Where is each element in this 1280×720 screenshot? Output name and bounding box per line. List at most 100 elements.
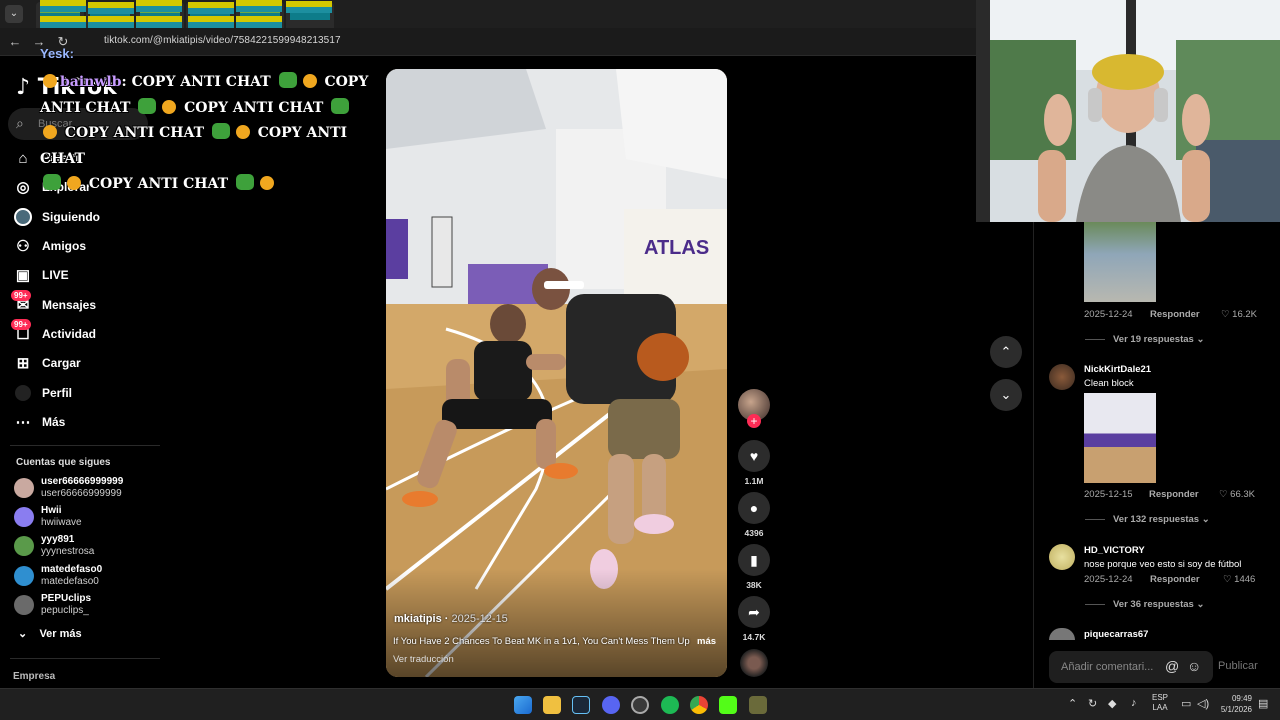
see-more-button[interactable]: ⌄ Ver más — [18, 627, 82, 640]
chat-text: COPY ANTI CHAT — [184, 99, 324, 116]
sidebar-item-perfil[interactable]: Perfil — [14, 381, 72, 405]
following-account[interactable]: yyy891 yyynestrosa — [14, 534, 154, 560]
spotify-icon[interactable] — [661, 696, 679, 714]
sidebar-item-siguiendo[interactable]: Siguiendo — [14, 205, 100, 229]
avatar[interactable] — [1049, 364, 1075, 390]
chevron-down-icon: ⌄ — [18, 628, 28, 640]
video-player[interactable]: ATLAS mkiatipis · 2025-12-15 If You Have… — [386, 69, 727, 677]
company-link[interactable]: Empresa — [13, 671, 55, 682]
tab-search-button[interactable]: ⌄ — [5, 5, 23, 23]
sidebar-item-label: Actividad — [42, 327, 97, 341]
back-icon[interactable]: ← — [6, 33, 24, 51]
translate-button[interactable]: Ver traducción — [393, 654, 454, 665]
like-button[interactable]: ♥ — [738, 440, 770, 472]
sidebar-item-mas[interactable]: ⋯ Más — [14, 410, 66, 434]
comment-like-button[interactable]: ♡ 66.3K — [1219, 489, 1255, 500]
chevron-down-icon: ⌄ — [1196, 599, 1205, 610]
comments-panel — [1033, 222, 1280, 688]
clock-date: 5/1/2026 — [1220, 705, 1252, 714]
sidebar-item-actividad[interactable]: ☐ 99+ Actividad — [11, 319, 97, 346]
language-indicator[interactable]: ESP LAA — [1152, 693, 1168, 713]
steam-icon[interactable] — [572, 696, 590, 714]
video-caption: If You Have 2 Chances To Beat MK in a 1v… — [393, 636, 690, 647]
comment-like-button[interactable]: ♡ 16.2K — [1221, 309, 1257, 320]
start-icon[interactable] — [514, 696, 532, 714]
view-replies-button[interactable]: Ver 36 respuestas ⌄ — [1085, 599, 1204, 610]
sidebar-item-amigos[interactable]: ⚇ Amigos — [14, 234, 86, 258]
caption-more-button[interactable]: más — [697, 636, 716, 647]
following-account[interactable]: Hwii hwiiwave — [14, 505, 154, 531]
obs-icon[interactable] — [631, 696, 649, 714]
reply-button[interactable]: Responder — [1149, 489, 1199, 500]
view-replies-button[interactable]: Ver 19 respuestas ⌄ — [1085, 334, 1204, 345]
following-account[interactable]: user66666999999 user66666999999 — [14, 476, 154, 502]
music-disc-icon[interactable] — [740, 649, 768, 677]
account-handle: hwiiwave — [41, 517, 82, 528]
account-name: matedefaso0 — [41, 564, 103, 575]
comment-like-count: 66.3K — [1230, 489, 1255, 500]
comment-input[interactable] — [1049, 651, 1159, 683]
reply-button[interactable]: Responder — [1150, 574, 1200, 585]
avatar[interactable] — [1049, 544, 1075, 570]
compass-icon: ◎ — [16, 179, 30, 196]
microphone-icon[interactable]: ♪ — [1131, 697, 1137, 709]
tray-chevron-icon[interactable]: ⌃ — [1068, 697, 1077, 710]
chevron-down-icon: ⌄ — [1201, 514, 1210, 525]
comment-author[interactable]: NickKirtDale21 — [1084, 364, 1151, 375]
comment-author[interactable]: piquecarras67 — [1084, 629, 1148, 640]
video-author[interactable]: mkiatipis — [394, 613, 442, 625]
chat-text: : COPY ANTI CHAT — [121, 74, 271, 90]
discord-icon[interactable] — [602, 696, 620, 714]
chevron-down-icon: ⌄ — [1000, 387, 1012, 402]
upload-icon: ⊞ — [16, 355, 30, 372]
chat-text: COPY — [324, 74, 369, 90]
comment-button[interactable]: ● — [738, 492, 770, 524]
flex-emoji-icon — [259, 176, 274, 190]
reply-button[interactable]: Responder — [1150, 309, 1200, 320]
video-date: 2025-12-15 — [451, 613, 508, 625]
next-video-button[interactable]: ⌄ — [990, 379, 1022, 411]
lang-top: ESP — [1152, 693, 1169, 702]
network-icon[interactable]: ▭ — [1181, 697, 1191, 710]
follow-plus-icon[interactable]: + — [747, 414, 761, 428]
sidebar-divider — [10, 445, 160, 446]
following-account[interactable]: matedefaso0 matedefaso0 — [14, 564, 154, 590]
mention-icon[interactable]: @ — [1165, 658, 1179, 674]
comment-image[interactable] — [1084, 222, 1156, 302]
bookmark-icon: ▮ — [750, 552, 758, 568]
kick-icon[interactable] — [719, 696, 737, 714]
clock[interactable]: 09:49 5/1/2026 — [1214, 693, 1252, 715]
chat-text: COPY ANTI CHAT — [64, 125, 204, 141]
view-replies-button[interactable]: Ver 132 respuestas ⌄ — [1085, 514, 1210, 525]
chrome-icon[interactable] — [690, 696, 708, 714]
volume-icon[interactable]: ◁) — [1197, 697, 1209, 710]
emoji-icon[interactable]: ☺ — [1187, 658, 1201, 674]
comment-author[interactable]: HD_VICTORY — [1084, 545, 1145, 556]
share-button[interactable]: ➦ — [738, 596, 770, 628]
tray-app-icon[interactable]: ◆ — [1108, 697, 1116, 710]
frog-emote-icon — [138, 97, 157, 114]
heart-outline-icon: ♡ — [1223, 574, 1232, 585]
file-explorer-icon[interactable] — [543, 696, 561, 714]
tray-sync-icon[interactable]: ↻ — [1088, 697, 1097, 710]
frog-emote-icon — [235, 174, 254, 190]
account-handle: matedefaso0 — [41, 576, 99, 587]
sidebar-item-label: Más — [42, 415, 66, 429]
home-icon: ⌂ — [18, 149, 28, 167]
comment-like-button[interactable]: ♡ 1446 — [1223, 574, 1255, 585]
publish-button[interactable]: Publicar — [1218, 660, 1258, 672]
following-account[interactable]: PEPUclips pepuclips_ — [14, 593, 154, 619]
sidebar-item-live[interactable]: ▣ LIVE — [14, 263, 69, 287]
avatar — [14, 536, 34, 556]
sidebar-item-mensajes[interactable]: ✉ 99+ Mensajes — [11, 290, 96, 317]
app-icon[interactable] — [749, 696, 767, 714]
notification-icon[interactable]: ▤ — [1258, 697, 1268, 710]
previous-video-button[interactable]: ⌃ — [990, 336, 1022, 368]
avatar — [14, 478, 34, 498]
heart-outline-icon: ♡ — [1219, 489, 1228, 500]
comment-date: 2025-12-15 — [1084, 489, 1133, 500]
comment-text: nose porque veo esto si soy de fútbol — [1084, 559, 1242, 570]
sidebar-item-cargar[interactable]: ⊞ Cargar — [14, 351, 81, 375]
save-button[interactable]: ▮ — [738, 544, 770, 576]
comment-image[interactable] — [1084, 393, 1156, 483]
